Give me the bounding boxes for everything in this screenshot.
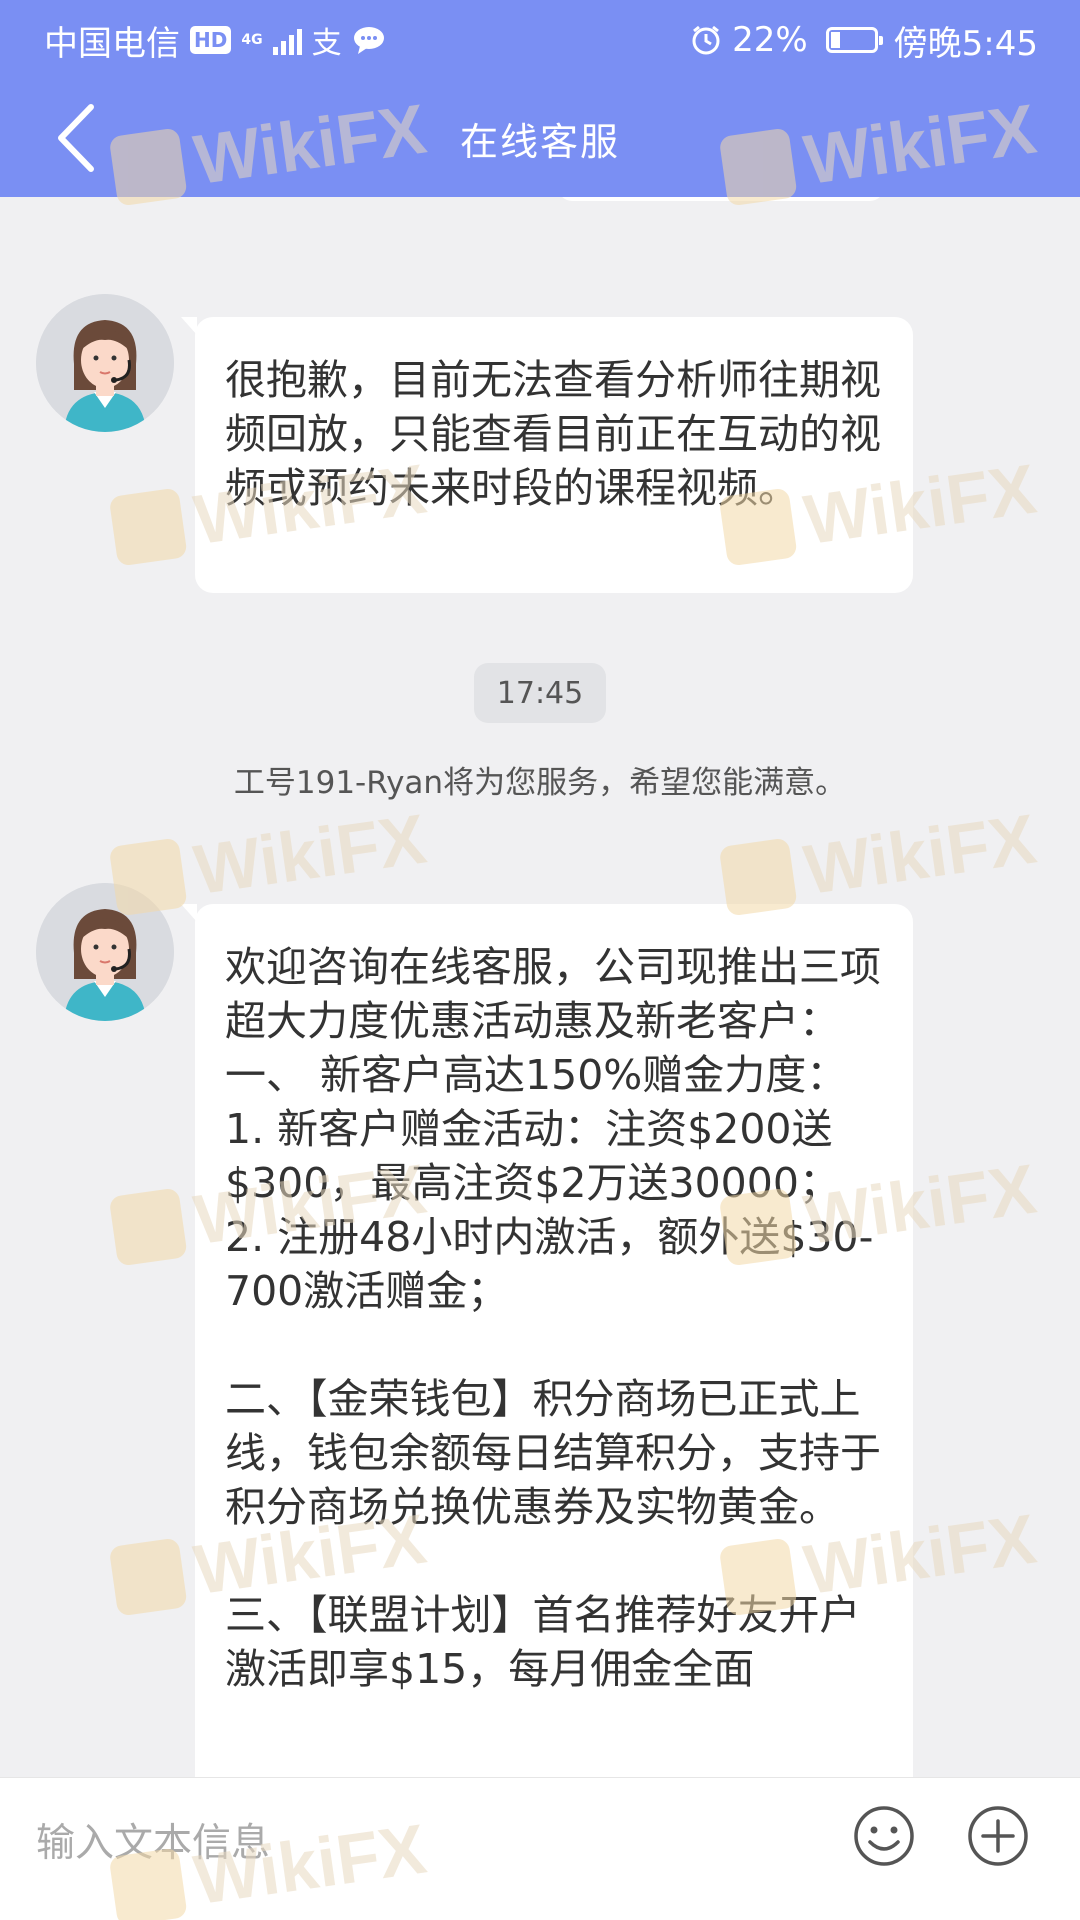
hd-badge: HD	[190, 26, 232, 54]
message-bubble[interactable]: 很抱歉，目前无法查看分析师往期视频回放，只能查看目前正在互动的视频或预约未来时段…	[181, 317, 913, 593]
chat-notification-icon	[353, 27, 384, 54]
back-button[interactable]	[40, 100, 110, 176]
status-bar: 中国电信 HD 4G 支 22% 傍晚5:45	[0, 0, 1080, 80]
signal-icon	[272, 25, 302, 55]
system-message: 工号191-Ryan将为您服务，希望您能满意。	[233, 765, 847, 801]
plus-circle-icon	[968, 1806, 1028, 1866]
add-button[interactable]	[966, 1804, 1030, 1868]
alipay-icon: 支	[311, 26, 342, 61]
customer-service-agent-icon	[36, 294, 174, 432]
chevron-left-icon	[58, 104, 94, 172]
battery-icon	[825, 27, 883, 53]
carrier-name: 中国电信	[44, 23, 180, 64]
nav-bar: 在线客服	[0, 80, 1080, 197]
customer-service-agent-icon	[36, 883, 174, 1021]
clock: 傍晚5:45	[893, 23, 1038, 64]
alarm-icon	[692, 25, 720, 55]
network-type: 4G	[241, 32, 263, 48]
page-title: 在线客服	[459, 120, 620, 164]
message-bubble[interactable]: 欢迎咨询在线客服，公司现推出三项超大力度优惠活动惠及新老客户： 一、 新客户高达…	[181, 904, 913, 1777]
emoji-button[interactable]	[852, 1804, 916, 1868]
battery-percent: 22%	[732, 20, 808, 60]
message-input[interactable]	[36, 1808, 796, 1878]
input-bar	[0, 1777, 1080, 1920]
agent-avatar[interactable]	[36, 883, 174, 1021]
message-timestamp: 17:45	[474, 663, 606, 723]
chat-area[interactable]: 很抱歉，目前无法查看分析师往期视频回放，只能查看目前正在互动的视频或预约未来时段…	[0, 197, 1080, 1777]
agent-avatar[interactable]	[36, 294, 174, 432]
smiley-icon	[854, 1806, 914, 1866]
app-header: 中国电信 HD 4G 支 22% 傍晚5:45 在线客服	[0, 0, 1080, 197]
previous-message-bubble	[558, 197, 884, 201]
